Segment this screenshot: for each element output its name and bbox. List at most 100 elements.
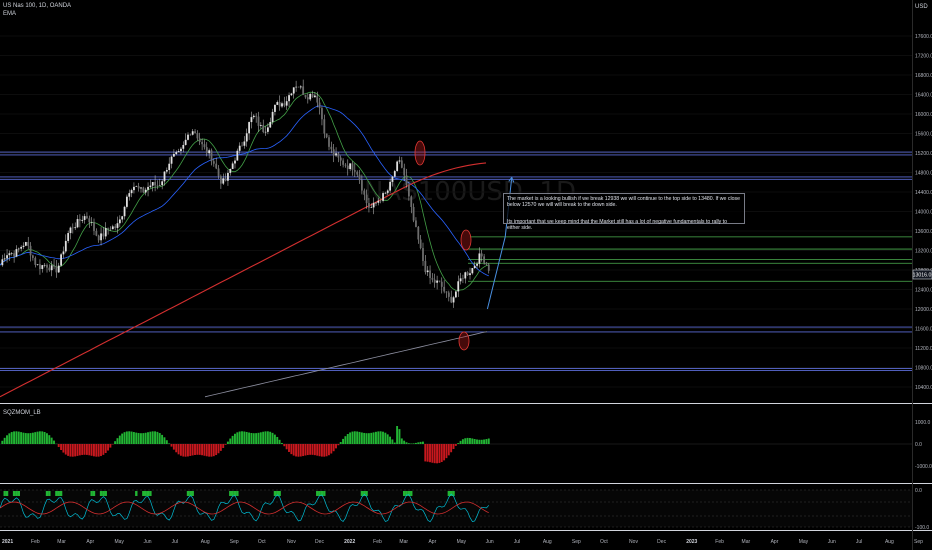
time-axis-label: Feb	[373, 539, 382, 545]
candle-body	[455, 291, 457, 298]
osc1-bar	[151, 431, 154, 444]
candle-body	[137, 186, 140, 189]
sqzmom-label[interactable]: SQZMOM_LB	[3, 410, 41, 416]
price-axis-label: 12400.0	[915, 288, 932, 294]
osc1-bar	[273, 434, 276, 444]
time-axis-label: Nov	[629, 539, 638, 545]
oscillator-pane[interactable]	[0, 489, 912, 528]
candle-body	[339, 157, 342, 161]
analysis-note[interactable]: The market is a looking bullish if we br…	[503, 193, 745, 231]
osc1-bar	[438, 444, 441, 463]
candle-body	[170, 156, 173, 164]
candle-body	[111, 226, 114, 230]
osc2-axis-label: 0.0	[915, 488, 922, 494]
candle-body	[304, 94, 307, 98]
candle-body	[351, 163, 354, 171]
osc1-bar	[229, 438, 232, 444]
osc1-bar	[85, 444, 88, 455]
ema-indicator-label[interactable]: EMA	[3, 11, 16, 17]
candle-body	[15, 249, 18, 257]
osc1-bar	[128, 431, 131, 444]
time-axis-label: Nov	[287, 539, 296, 545]
osc1-bar	[443, 444, 446, 461]
time-axis-label: Jun	[144, 539, 152, 545]
osc1-bar	[241, 431, 243, 444]
candle-body	[290, 93, 293, 96]
osc1-bar	[76, 444, 79, 456]
candle-body	[422, 248, 424, 261]
candle-body	[8, 253, 11, 256]
osc2-signal-bar	[3, 491, 6, 496]
osc1-bar	[53, 440, 55, 444]
osc1-bar	[231, 435, 234, 444]
osc1-bar	[154, 431, 156, 444]
osc1-bar	[433, 444, 436, 464]
candle-body	[358, 174, 361, 181]
osc1-bar	[64, 444, 67, 455]
candle-body	[483, 256, 485, 263]
osc1-bar	[405, 442, 408, 444]
symbol-title[interactable]: US Nas 100, 1D, OANDA	[3, 3, 71, 9]
osc1-bar	[10, 432, 13, 444]
candle-body	[255, 115, 258, 117]
time-axis-label: Mar	[57, 539, 66, 545]
osc1-bar	[382, 431, 384, 444]
time-axis-label: Apr	[771, 539, 779, 545]
candle-body	[365, 194, 368, 204]
candle-body	[201, 141, 203, 145]
chart-canvas[interactable]: NAS100USD, 1D 17600.017200.016800.016400…	[0, 0, 932, 550]
time-axis-label: 2021	[2, 539, 13, 545]
osc1-bar	[295, 444, 297, 457]
candle-body	[393, 171, 396, 177]
candle-body	[107, 228, 109, 229]
candle-body	[109, 228, 112, 230]
candle-body	[57, 265, 60, 273]
candle-body	[299, 86, 302, 88]
candle-body	[142, 187, 145, 193]
candle-body	[429, 270, 431, 278]
osc1-bar	[299, 444, 302, 457]
osc1-bar	[224, 444, 227, 445]
osc1-bar	[403, 440, 406, 444]
candle-body	[252, 115, 255, 118]
candle-body	[473, 265, 476, 269]
osc1-bar	[375, 431, 377, 444]
candle-body	[330, 146, 333, 150]
candle-body	[234, 160, 236, 164]
osc1-bar	[377, 431, 380, 444]
candle-body	[48, 267, 51, 271]
osc1-bar	[71, 444, 74, 457]
candle-body	[469, 273, 471, 276]
osc1-bar	[83, 444, 86, 455]
candle-body	[210, 150, 213, 162]
candle-body	[466, 272, 469, 276]
osc1-bar	[424, 444, 427, 462]
osc1-bar	[78, 444, 81, 456]
candle-body	[114, 226, 117, 228]
osc1-bar	[212, 444, 215, 457]
osc1-bar	[149, 431, 152, 444]
candle-body	[332, 149, 335, 156]
osc1-bar	[386, 434, 389, 444]
osc1-bar	[417, 442, 420, 444]
osc1-bar	[365, 433, 368, 444]
time-axis-label: Jul	[856, 539, 862, 545]
osc2-signal-bar	[273, 491, 277, 496]
time-axis-label: May	[799, 539, 809, 545]
osc1-bar	[144, 432, 147, 444]
osc1-bar	[257, 432, 260, 444]
osc1-bar	[6, 435, 8, 444]
osc2-signal-bar	[403, 491, 406, 496]
osc1-bar	[278, 439, 281, 444]
osc2-signal-bar	[365, 491, 368, 496]
time-axis-label: Dec	[315, 539, 324, 545]
candle-body	[450, 296, 453, 303]
price-axis-label: 14400.0	[915, 190, 932, 196]
candle-body	[86, 216, 88, 219]
candle-body	[257, 116, 260, 126]
osc1-bar	[203, 444, 206, 456]
candle-body	[436, 280, 438, 283]
osc1-bar	[57, 444, 60, 448]
candle-body	[344, 164, 347, 166]
candle-body	[241, 145, 243, 147]
